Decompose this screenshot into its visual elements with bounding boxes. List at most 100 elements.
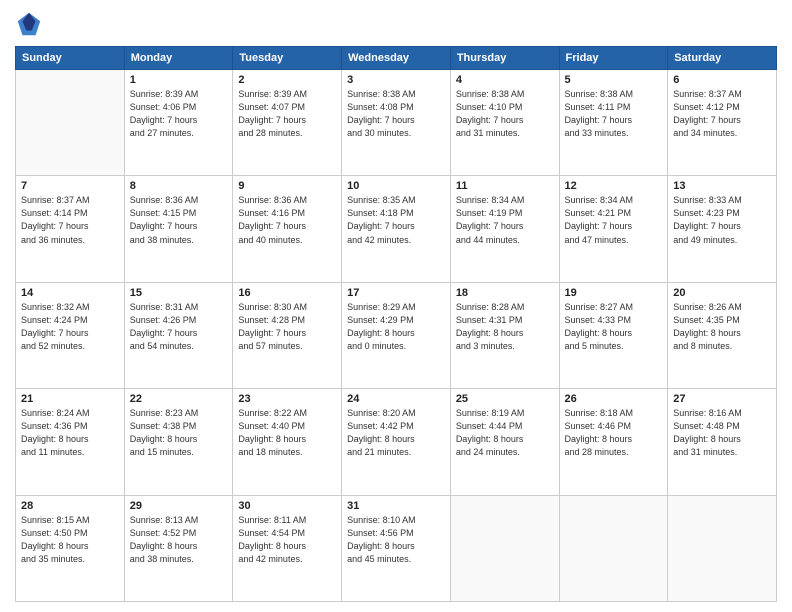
- calendar-cell: 28 Sunrise: 8:15 AMSunset: 4:50 PMDayligh…: [16, 495, 125, 601]
- calendar-day-header: Sunday: [16, 47, 125, 70]
- day-number: 24: [347, 393, 445, 405]
- day-info: Sunrise: 8:16 AMSunset: 4:48 PMDaylight:…: [673, 407, 771, 459]
- day-number: 25: [456, 393, 554, 405]
- day-number: 3: [347, 74, 445, 86]
- calendar-cell: [559, 495, 668, 601]
- day-number: 5: [565, 74, 663, 86]
- day-number: 30: [238, 500, 336, 512]
- page: SundayMondayTuesdayWednesdayThursdayFrid…: [0, 0, 792, 612]
- calendar-cell: 23 Sunrise: 8:22 AMSunset: 4:40 PMDayligh…: [233, 389, 342, 495]
- day-info: Sunrise: 8:37 AMSunset: 4:12 PMDaylight:…: [673, 88, 771, 140]
- calendar-cell: 15Sunrise: 8:31 AMSunset: 4:26 PMDayligh…: [124, 282, 233, 388]
- day-number: 7: [21, 180, 119, 192]
- day-info: Sunrise: 8:37 AMSunset: 4:14 PMDaylight:…: [21, 194, 119, 246]
- calendar-cell: 26 Sunrise: 8:18 AMSunset: 4:46 PMDayligh…: [559, 389, 668, 495]
- day-number: 31: [347, 500, 445, 512]
- calendar-day-header: Thursday: [450, 47, 559, 70]
- day-number: 9: [238, 180, 336, 192]
- day-number: 8: [130, 180, 228, 192]
- day-info: Sunrise: 8:20 AMSunset: 4:42 PMDaylight:…: [347, 407, 445, 459]
- day-number: 16: [238, 287, 336, 299]
- day-info: Sunrise: 8:18 AMSunset: 4:46 PMDaylight:…: [565, 407, 663, 459]
- calendar-cell: 25Sunrise: 8:19 AMSunset: 4:44 PMDayligh…: [450, 389, 559, 495]
- day-info: Sunrise: 8:15 AMSunset: 4:50 PMDaylight:…: [21, 514, 119, 566]
- day-number: 21: [21, 393, 119, 405]
- header: [15, 10, 777, 38]
- calendar-cell: 2 Sunrise: 8:39 AMSunset: 4:07 PMDaylight…: [233, 70, 342, 176]
- calendar-cell: 24 Sunrise: 8:20 AMSunset: 4:42 PMDayligh…: [342, 389, 451, 495]
- day-number: 29: [130, 500, 228, 512]
- calendar-day-header: Saturday: [668, 47, 777, 70]
- calendar-cell: 9 Sunrise: 8:36 AMSunset: 4:16 PMDaylight…: [233, 176, 342, 282]
- calendar-cell: 1 Sunrise: 8:39 AMSunset: 4:06 PMDaylight…: [124, 70, 233, 176]
- calendar-cell: 11Sunrise: 8:34 AMSunset: 4:19 PMDayligh…: [450, 176, 559, 282]
- day-info: Sunrise: 8:38 AMSunset: 4:10 PMDaylight:…: [456, 88, 554, 140]
- day-number: 22: [130, 393, 228, 405]
- calendar-cell: 19 Sunrise: 8:27 AMSunset: 4:33 PMDayligh…: [559, 282, 668, 388]
- calendar-week-row: 1 Sunrise: 8:39 AMSunset: 4:06 PMDaylight…: [16, 70, 777, 176]
- day-info: Sunrise: 8:38 AMSunset: 4:11 PMDaylight:…: [565, 88, 663, 140]
- calendar-header-row: SundayMondayTuesdayWednesdayThursdayFrid…: [16, 47, 777, 70]
- day-info: Sunrise: 8:35 AMSunset: 4:18 PMDaylight:…: [347, 194, 445, 246]
- day-info: Sunrise: 8:28 AMSunset: 4:31 PMDaylight:…: [456, 301, 554, 353]
- calendar-cell: 16 Sunrise: 8:30 AMSunset: 4:28 PMDayligh…: [233, 282, 342, 388]
- day-number: 18: [456, 287, 554, 299]
- calendar-cell: 30 Sunrise: 8:11 AMSunset: 4:54 PMDayligh…: [233, 495, 342, 601]
- calendar-cell: 21 Sunrise: 8:24 AMSunset: 4:36 PMDayligh…: [16, 389, 125, 495]
- calendar-cell: 3 Sunrise: 8:38 AMSunset: 4:08 PMDaylight…: [342, 70, 451, 176]
- day-info: Sunrise: 8:34 AMSunset: 4:21 PMDaylight:…: [565, 194, 663, 246]
- day-number: 2: [238, 74, 336, 86]
- logo-icon: [15, 10, 43, 38]
- day-number: 27: [673, 393, 771, 405]
- calendar-cell: [16, 70, 125, 176]
- calendar-day-header: Tuesday: [233, 47, 342, 70]
- day-info: Sunrise: 8:26 AMSunset: 4:35 PMDaylight:…: [673, 301, 771, 353]
- calendar-week-row: 28 Sunrise: 8:15 AMSunset: 4:50 PMDayligh…: [16, 495, 777, 601]
- calendar-day-header: Monday: [124, 47, 233, 70]
- calendar-cell: 5 Sunrise: 8:38 AMSunset: 4:11 PMDaylight…: [559, 70, 668, 176]
- day-info: Sunrise: 8:22 AMSunset: 4:40 PMDaylight:…: [238, 407, 336, 459]
- day-info: Sunrise: 8:27 AMSunset: 4:33 PMDaylight:…: [565, 301, 663, 353]
- calendar-cell: [668, 495, 777, 601]
- day-number: 1: [130, 74, 228, 86]
- logo: [15, 10, 47, 38]
- calendar-cell: 12Sunrise: 8:34 AMSunset: 4:21 PMDayligh…: [559, 176, 668, 282]
- calendar-cell: 8 Sunrise: 8:36 AMSunset: 4:15 PMDaylight…: [124, 176, 233, 282]
- calendar-cell: [450, 495, 559, 601]
- calendar-day-header: Friday: [559, 47, 668, 70]
- day-info: Sunrise: 8:36 AMSunset: 4:15 PMDaylight:…: [130, 194, 228, 246]
- day-info: Sunrise: 8:38 AMSunset: 4:08 PMDaylight:…: [347, 88, 445, 140]
- day-info: Sunrise: 8:13 AMSunset: 4:52 PMDaylight:…: [130, 514, 228, 566]
- calendar-cell: 18 Sunrise: 8:28 AMSunset: 4:31 PMDayligh…: [450, 282, 559, 388]
- day-info: Sunrise: 8:23 AMSunset: 4:38 PMDaylight:…: [130, 407, 228, 459]
- day-info: Sunrise: 8:10 AMSunset: 4:56 PMDaylight:…: [347, 514, 445, 566]
- day-info: Sunrise: 8:31 AMSunset: 4:26 PMDaylight:…: [130, 301, 228, 353]
- calendar-cell: 20 Sunrise: 8:26 AMSunset: 4:35 PMDayligh…: [668, 282, 777, 388]
- day-info: Sunrise: 8:36 AMSunset: 4:16 PMDaylight:…: [238, 194, 336, 246]
- calendar-table: SundayMondayTuesdayWednesdayThursdayFrid…: [15, 46, 777, 602]
- calendar-cell: 22 Sunrise: 8:23 AMSunset: 4:38 PMDayligh…: [124, 389, 233, 495]
- day-info: Sunrise: 8:24 AMSunset: 4:36 PMDaylight:…: [21, 407, 119, 459]
- day-number: 4: [456, 74, 554, 86]
- calendar-cell: 13Sunrise: 8:33 AMSunset: 4:23 PMDayligh…: [668, 176, 777, 282]
- calendar-cell: 27 Sunrise: 8:16 AMSunset: 4:48 PMDayligh…: [668, 389, 777, 495]
- day-number: 6: [673, 74, 771, 86]
- day-info: Sunrise: 8:11 AMSunset: 4:54 PMDaylight:…: [238, 514, 336, 566]
- day-number: 28: [21, 500, 119, 512]
- calendar-week-row: 14Sunrise: 8:32 AMSunset: 4:24 PMDayligh…: [16, 282, 777, 388]
- day-number: 14: [21, 287, 119, 299]
- day-number: 19: [565, 287, 663, 299]
- day-info: Sunrise: 8:39 AMSunset: 4:06 PMDaylight:…: [130, 88, 228, 140]
- day-info: Sunrise: 8:39 AMSunset: 4:07 PMDaylight:…: [238, 88, 336, 140]
- calendar-cell: 4 Sunrise: 8:38 AMSunset: 4:10 PMDaylight…: [450, 70, 559, 176]
- day-info: Sunrise: 8:33 AMSunset: 4:23 PMDaylight:…: [673, 194, 771, 246]
- day-info: Sunrise: 8:34 AMSunset: 4:19 PMDaylight:…: [456, 194, 554, 246]
- day-number: 17: [347, 287, 445, 299]
- day-number: 26: [565, 393, 663, 405]
- calendar-cell: 17Sunrise: 8:29 AMSunset: 4:29 PMDayligh…: [342, 282, 451, 388]
- day-number: 20: [673, 287, 771, 299]
- day-info: Sunrise: 8:30 AMSunset: 4:28 PMDaylight:…: [238, 301, 336, 353]
- day-number: 23: [238, 393, 336, 405]
- calendar-cell: 10 Sunrise: 8:35 AMSunset: 4:18 PMDayligh…: [342, 176, 451, 282]
- day-number: 10: [347, 180, 445, 192]
